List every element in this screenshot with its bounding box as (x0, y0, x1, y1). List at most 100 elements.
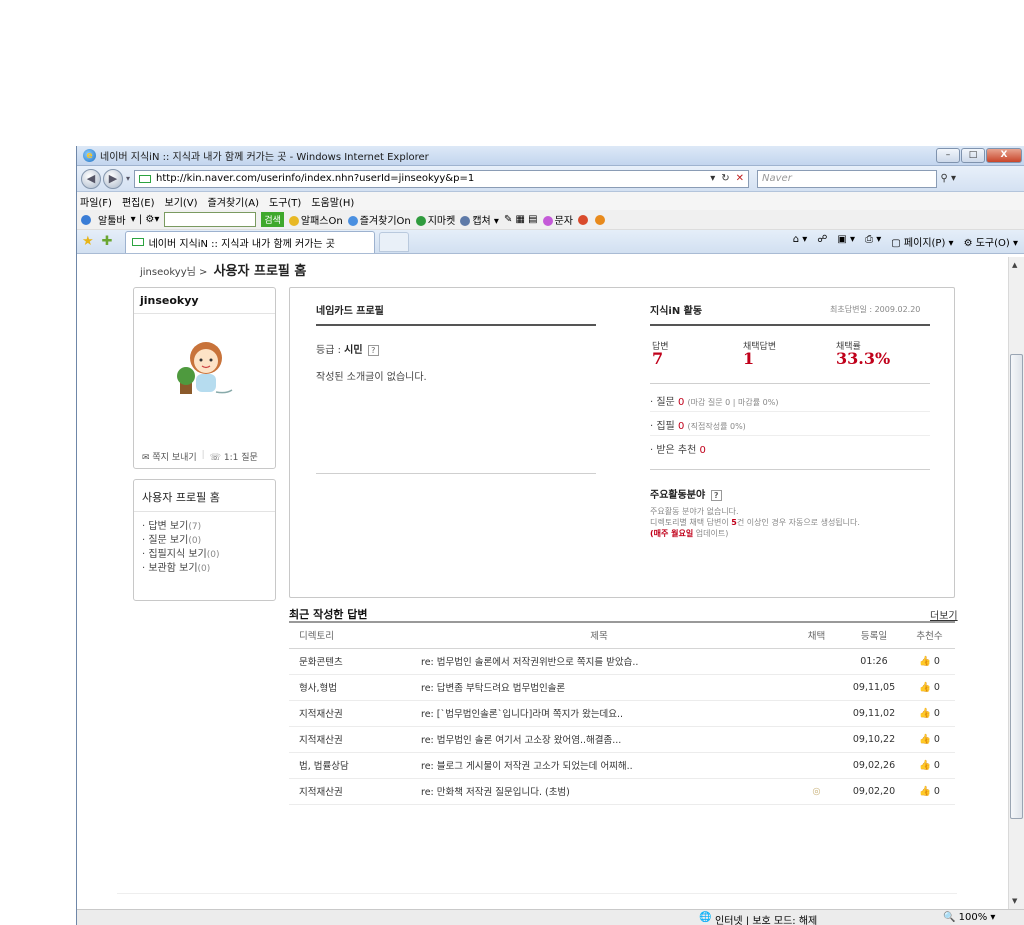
history-dropdown-icon[interactable]: ▾ (126, 174, 130, 183)
stop-icon[interactable]: ✕ (736, 173, 744, 184)
row-selected (789, 752, 844, 779)
sms-label: 문자 (554, 216, 573, 227)
more-link[interactable]: 더보기 (930, 607, 958, 622)
help-icon[interactable]: ? (367, 345, 379, 356)
row-category[interactable]: 형사,형법 (289, 674, 409, 701)
favorites-on-button[interactable]: 즐겨찾기On (347, 212, 411, 227)
back-button[interactable]: ◀ (81, 168, 101, 189)
row-subject[interactable]: re: 블로그 게시물이 저작권 고소가 되었는데 어찌해.. (409, 752, 789, 779)
side-menu-title[interactable]: 사용자 프로필 홈 (134, 480, 275, 512)
send-note-link[interactable]: ✉ 쪽지 보내기 (142, 450, 197, 463)
menu-favorites[interactable]: 즐겨찾기(A) (208, 194, 259, 209)
row-recommend: 👍 0 (904, 752, 955, 779)
menu-item-writings[interactable]: · 집필지식 보기(0) (142, 548, 267, 562)
add-favorite-icon[interactable]: ✚ (102, 234, 113, 249)
gmarket-button[interactable]: 지마켓 (415, 212, 455, 227)
refresh-icon[interactable]: ↻ (721, 173, 729, 184)
zoom-level: 100% (958, 912, 988, 923)
minimize-button[interactable]: – (936, 148, 960, 163)
zoom-control[interactable]: 🔍 100% ▾ (943, 912, 995, 923)
command-bar: ⌂ ▾ ☍ ▣ ▾ ⎙ ▾ ▢ 페이지(P) ▾ ⚙ 도구(O) ▾ (793, 234, 1018, 249)
writing-row: · 집필 0 (직접작성률 0%) (650, 417, 746, 432)
menu-view[interactable]: 보기(V) (165, 194, 198, 209)
divider (650, 435, 930, 436)
grade-row: 등급 : 시민 ? (316, 341, 379, 356)
questions-value[interactable]: 0 (678, 397, 684, 408)
row-subject[interactable]: re: 법무법인 솔론 여기서 고소장 왔어염..해결좀... (409, 726, 789, 753)
avatar-icon (177, 342, 233, 394)
vertical-scrollbar[interactable]: ▲ ▼ (1008, 257, 1024, 909)
field-line-2-post: 건 이상인 경우 자동으로 생성됩니다. (736, 518, 860, 527)
print-icon[interactable]: ⎙ ▾ (865, 234, 881, 249)
sms-button[interactable]: 문자 (542, 212, 573, 227)
row-category[interactable]: 지적재산권 (289, 700, 409, 727)
favorites-star-icon[interactable]: ★ (82, 234, 94, 249)
browser-window: e 네이버 지식iN :: 지식과 내가 함께 커가는 곳 - Windows … (76, 146, 1024, 925)
help-icon[interactable]: ? (710, 490, 722, 501)
one-to-one-label: 1:1 질문 (223, 453, 258, 463)
row-subject[interactable]: re: 답변좀 부탁드려요 법무법인솔론 (409, 674, 789, 701)
alpass-label: 알패스On (300, 216, 343, 227)
menu-item-count: (7) (188, 522, 202, 532)
menu-help[interactable]: 도움말(H) (311, 194, 354, 209)
tab-bar: ★ ✚ 네이버 지식iN :: 지식과 내가 함께 커가는 곳 ⌂ ▾ ☍ ▣ … (77, 230, 1024, 254)
new-tab-button[interactable] (378, 231, 409, 252)
field-line-1: 주요활동 분야가 없습니다. (650, 507, 739, 516)
scroll-down-icon[interactable]: ▼ (1012, 897, 1017, 905)
forward-button[interactable]: ▶ (103, 168, 123, 189)
search-input[interactable]: Naver ⚲ ▾ (757, 169, 956, 188)
one-to-one-link[interactable]: ☏ 1:1 질문 (210, 450, 258, 463)
questions-row: · 질문 0 (마감 질문 0 | 마감률 0%) (650, 393, 778, 408)
thumbs-up-icon: 👍 (919, 655, 931, 667)
window-controls: – □ X (935, 148, 1022, 163)
row-subject[interactable]: re: 법무법인 솔론에서 저작권위반으로 쪽지를 받았습.. (409, 648, 789, 675)
toolbar-search-button[interactable]: 검색 (261, 212, 284, 227)
row-category[interactable]: 법, 법률상담 (289, 752, 409, 779)
breadcrumb-user[interactable]: jinseokyy님 > (140, 267, 207, 278)
scroll-up-icon[interactable]: ▲ (1012, 261, 1017, 269)
row-subject[interactable]: re: 만화책 저작권 질문입니다. (초범) (409, 778, 789, 805)
alpass-button[interactable]: 알패스On (288, 212, 343, 227)
window-title: 네이버 지식iN :: 지식과 내가 함께 커가는 곳 - Windows In… (100, 152, 429, 163)
recommend-value: 0 (699, 445, 706, 456)
read-mail-icon[interactable]: ▣ ▾ (837, 234, 855, 249)
row-category[interactable]: 문화콘텐츠 (289, 648, 409, 675)
row-category[interactable]: 지적재산권 (289, 778, 409, 805)
search-icon[interactable]: ⚲ ▾ (940, 171, 956, 187)
tools-menu[interactable]: ⚙ 도구(O) ▾ (964, 234, 1018, 249)
url-dropdown-icon[interactable]: ▾ (710, 173, 715, 184)
table-header: 디렉토리 제목 채택 등록일 추천수 (289, 621, 955, 649)
settings-icon[interactable] (595, 214, 605, 225)
status-bar: 🌐 인터넷 | 보호 모드: 해제 🔍 100% ▾ (77, 909, 1024, 925)
row-category[interactable]: 지적재산권 (289, 726, 409, 753)
menu-item-answers[interactable]: · 답변 보기(7) (142, 520, 267, 534)
alert-icon[interactable] (578, 214, 588, 225)
toolbar-dropdown-icon[interactable]: ▾ | ⚙▾ (131, 214, 160, 225)
tab-active[interactable]: 네이버 지식iN :: 지식과 내가 함께 커가는 곳 (124, 230, 375, 253)
feeds-icon[interactable]: ☍ (817, 234, 827, 249)
alttoolbar-label[interactable]: 알툴바 (98, 212, 126, 227)
writing-label: · 집필 (650, 421, 675, 432)
row-selected (789, 674, 844, 701)
page-menu[interactable]: ▢ 페이지(P) ▾ (891, 234, 953, 249)
close-button[interactable]: X (986, 148, 1022, 163)
home-icon[interactable]: ⌂ ▾ (793, 234, 808, 249)
capture-button[interactable]: 캡쳐 ▾ (460, 212, 499, 227)
toolbar-search-input[interactable] (164, 212, 257, 227)
menu-edit[interactable]: 편집(E) (122, 194, 155, 209)
field-title-row: 주요활동분야 ? (650, 486, 722, 501)
internet-zone-icon: 🌐 (699, 912, 712, 923)
scrollbar-thumb[interactable] (1010, 354, 1023, 819)
writing-value[interactable]: 0 (678, 421, 684, 432)
menu-item-storage[interactable]: · 보관함 보기(0) (142, 562, 267, 576)
maximize-button[interactable]: □ (961, 148, 985, 163)
menu-file[interactable]: 파일(F) (80, 194, 112, 209)
column-date: 등록일 (844, 621, 904, 649)
row-subject[interactable]: re: [`법무법인솔론`입니다]라며 쪽지가 왔는데요.. (409, 700, 789, 727)
toolbar-misc-icons[interactable]: ✎ ▦ ▤ (504, 214, 538, 225)
menu-item-questions[interactable]: · 질문 보기(0) (142, 534, 267, 548)
zone-text[interactable]: 인터넷 | 보호 모드: 해제 (715, 912, 817, 925)
selected-value: 1 (743, 349, 755, 368)
url-field[interactable]: http://kin.naver.com/userinfo/index.nhn?… (134, 169, 750, 188)
menu-tools[interactable]: 도구(T) (269, 194, 301, 209)
